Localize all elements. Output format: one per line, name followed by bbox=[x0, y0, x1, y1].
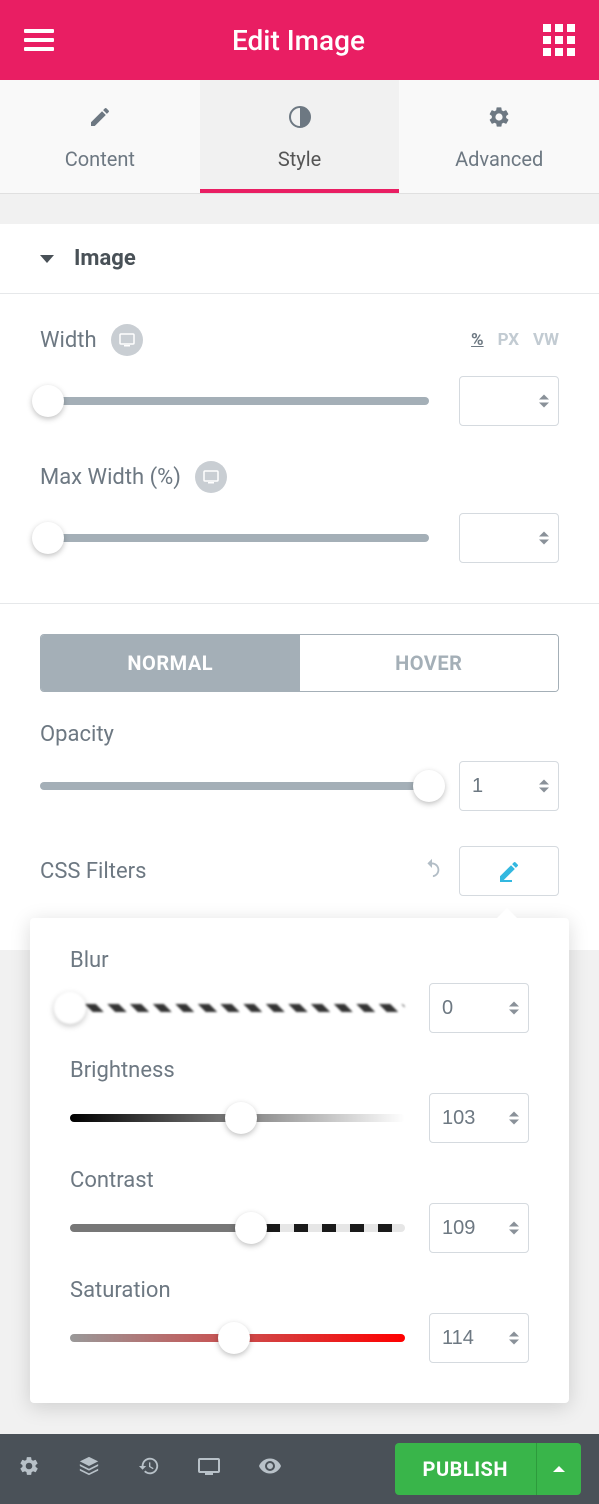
section-body: Width % PX VW Max Width (%) bbox=[0, 293, 599, 604]
tab-advanced[interactable]: Advanced bbox=[399, 80, 599, 193]
blur-spinner[interactable] bbox=[509, 1002, 519, 1015]
caret-down-icon bbox=[40, 255, 54, 263]
menu-icon[interactable] bbox=[24, 29, 54, 51]
section-title: Image bbox=[74, 246, 136, 271]
max-width-spinner[interactable] bbox=[539, 532, 549, 545]
brightness-label: Brightness bbox=[70, 1058, 529, 1083]
saturation-group: Saturation bbox=[70, 1278, 529, 1363]
max-width-input-wrap bbox=[459, 513, 559, 563]
tab-style[interactable]: Style bbox=[200, 80, 400, 193]
responsive-icon[interactable] bbox=[195, 461, 227, 493]
unit-px[interactable]: PX bbox=[498, 330, 519, 350]
state-section: NORMAL HOVER Opacity CSS Filters bbox=[0, 604, 599, 936]
max-width-label: Max Width (%) bbox=[40, 465, 181, 490]
brightness-input-wrap bbox=[429, 1093, 529, 1143]
unit-vw[interactable]: VW bbox=[533, 330, 559, 350]
contrast-slider-thumb[interactable] bbox=[235, 1212, 267, 1244]
saturation-input-wrap bbox=[429, 1313, 529, 1363]
width-input-wrap bbox=[459, 376, 559, 426]
max-width-slider-row bbox=[40, 513, 559, 563]
state-tabs: NORMAL HOVER bbox=[40, 634, 559, 692]
contrast-slider-row bbox=[70, 1203, 529, 1253]
width-label: Width bbox=[40, 328, 97, 353]
responsive-mode-icon[interactable] bbox=[198, 1457, 220, 1482]
saturation-slider-row bbox=[70, 1313, 529, 1363]
unit-percent[interactable]: % bbox=[471, 330, 484, 350]
publish-more-button[interactable] bbox=[536, 1443, 581, 1495]
state-tab-normal[interactable]: NORMAL bbox=[41, 635, 300, 691]
preview-icon[interactable] bbox=[258, 1454, 282, 1484]
opacity-slider-thumb[interactable] bbox=[413, 770, 445, 802]
blur-slider-thumb[interactable] bbox=[54, 992, 86, 1024]
blur-label: Blur bbox=[70, 948, 529, 973]
blur-slider-row bbox=[70, 983, 529, 1033]
width-slider[interactable] bbox=[40, 397, 429, 405]
contrast-slider[interactable] bbox=[70, 1224, 405, 1232]
tab-style-label: Style bbox=[278, 147, 321, 171]
history-icon[interactable] bbox=[138, 1455, 160, 1483]
saturation-spinner[interactable] bbox=[509, 1332, 519, 1345]
brightness-slider[interactable] bbox=[70, 1114, 405, 1122]
opacity-label: Opacity bbox=[40, 722, 559, 747]
contrast-input-wrap bbox=[429, 1203, 529, 1253]
publish-wrap: PUBLISH bbox=[395, 1443, 581, 1495]
publish-button[interactable]: PUBLISH bbox=[395, 1443, 536, 1495]
tab-content[interactable]: Content bbox=[0, 80, 200, 193]
max-width-slider-thumb[interactable] bbox=[32, 522, 64, 554]
opacity-input-wrap bbox=[459, 761, 559, 811]
max-width-row: Max Width (%) bbox=[40, 461, 559, 493]
reset-icon[interactable] bbox=[421, 857, 443, 885]
width-slider-thumb[interactable] bbox=[32, 385, 64, 417]
css-filters-popover: Blur Brightness Contrast bbox=[30, 918, 569, 1403]
width-label-wrap: Width bbox=[40, 324, 143, 356]
blur-slider[interactable] bbox=[70, 1004, 405, 1012]
header-title: Edit Image bbox=[232, 24, 365, 57]
state-tab-hover[interactable]: HOVER bbox=[300, 635, 559, 691]
blur-input-wrap bbox=[429, 983, 529, 1033]
css-filters-row: CSS Filters bbox=[40, 846, 559, 896]
saturation-slider-thumb[interactable] bbox=[218, 1322, 250, 1354]
width-spinner[interactable] bbox=[539, 395, 549, 408]
section-header-image[interactable]: Image bbox=[0, 224, 599, 293]
settings-icon[interactable] bbox=[18, 1455, 40, 1483]
opacity-slider[interactable] bbox=[40, 782, 429, 790]
opacity-slider-row bbox=[40, 761, 559, 811]
width-units: % PX VW bbox=[471, 330, 559, 350]
opacity-spinner[interactable] bbox=[539, 780, 549, 793]
max-width-label-wrap: Max Width (%) bbox=[40, 461, 227, 493]
contrast-group: Contrast bbox=[70, 1168, 529, 1253]
pencil-icon bbox=[0, 105, 200, 135]
tab-advanced-label: Advanced bbox=[455, 147, 543, 171]
tabs: Content Style Advanced bbox=[0, 80, 599, 194]
brightness-slider-row bbox=[70, 1093, 529, 1143]
brightness-slider-thumb[interactable] bbox=[225, 1102, 257, 1134]
responsive-icon[interactable] bbox=[111, 324, 143, 356]
width-slider-row bbox=[40, 376, 559, 426]
max-width-slider[interactable] bbox=[40, 534, 429, 542]
caret-up-icon bbox=[553, 1466, 565, 1472]
header: Edit Image bbox=[0, 0, 599, 80]
saturation-slider[interactable] bbox=[70, 1334, 405, 1342]
tab-content-label: Content bbox=[65, 147, 135, 171]
brightness-spinner[interactable] bbox=[509, 1112, 519, 1125]
saturation-label: Saturation bbox=[70, 1278, 529, 1303]
gear-icon bbox=[399, 105, 599, 135]
spacer bbox=[0, 194, 599, 224]
contrast-label: Contrast bbox=[70, 1168, 529, 1193]
contrast-icon bbox=[200, 105, 400, 135]
css-filters-label: CSS Filters bbox=[40, 859, 146, 884]
footer: PUBLISH bbox=[0, 1434, 599, 1504]
blur-group: Blur bbox=[70, 948, 529, 1033]
apps-icon[interactable] bbox=[543, 24, 575, 56]
brightness-group: Brightness bbox=[70, 1058, 529, 1143]
css-filters-edit-button[interactable] bbox=[459, 846, 559, 896]
width-row: Width % PX VW bbox=[40, 324, 559, 356]
layers-icon[interactable] bbox=[78, 1455, 100, 1483]
contrast-spinner[interactable] bbox=[509, 1222, 519, 1235]
